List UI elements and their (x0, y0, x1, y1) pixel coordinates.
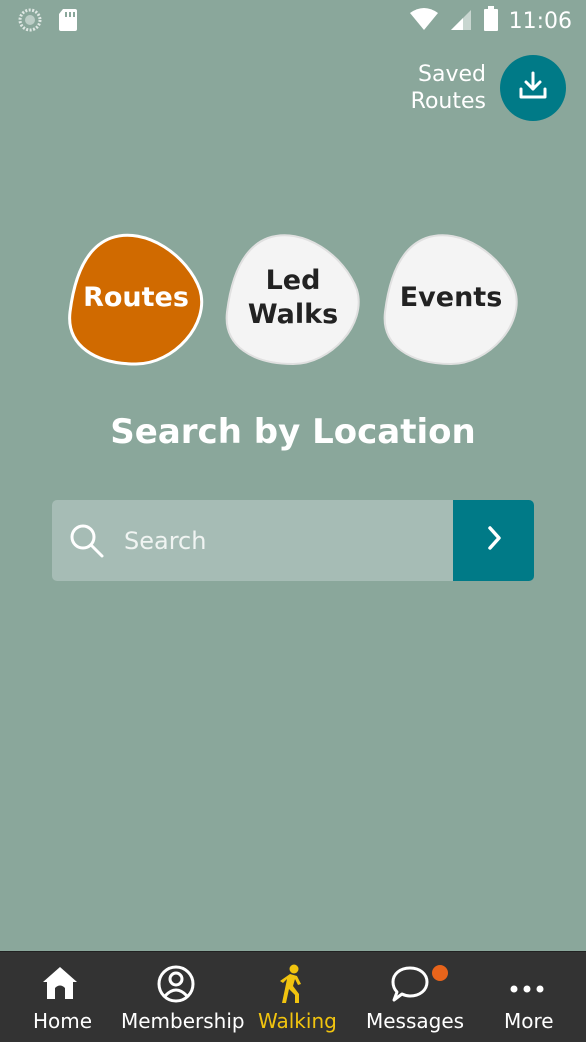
loading-icon (18, 8, 42, 37)
saved-routes[interactable]: Saved Routes (411, 55, 566, 121)
status-bar: 11:06 (0, 0, 586, 40)
more-icon (510, 980, 544, 998)
search-submit-button[interactable] (453, 500, 534, 581)
nav-item-walking[interactable]: Walking (254, 952, 337, 1042)
sd-card-icon (58, 8, 78, 37)
status-right: 11:06 (409, 6, 572, 37)
led-walks-label-line1: Led (265, 265, 321, 296)
chevron-right-icon (482, 523, 506, 558)
search-input[interactable] (124, 500, 444, 581)
nav-item-membership[interactable]: Membership (118, 952, 245, 1042)
nav-label-messages: Messages (366, 1009, 465, 1033)
status-time: 11:06 (508, 9, 572, 34)
messages-icon (390, 964, 430, 1009)
walking-icon (277, 964, 307, 1009)
nav-item-more[interactable]: More (494, 952, 560, 1042)
signal-icon (449, 7, 473, 36)
membership-icon (156, 964, 196, 1009)
status-left (18, 8, 78, 37)
search-field[interactable] (52, 500, 453, 581)
battery-icon (483, 6, 499, 37)
led-walks-label-line2: Walks (247, 299, 339, 330)
nav-label-membership: Membership (121, 1009, 245, 1033)
routes-pebble-button[interactable]: Routes (66, 228, 206, 368)
routes-label: Routes (83, 282, 189, 313)
nav-item-home[interactable]: Home (24, 952, 94, 1042)
home-icon (41, 964, 79, 1007)
download-icon (516, 69, 550, 108)
messages-badge (432, 965, 448, 981)
nav-label-more: More (504, 1009, 554, 1033)
nav-label-home: Home (33, 1009, 93, 1033)
bottom-nav: Home Membership Walking Messages More (0, 951, 586, 1042)
search-bar (52, 500, 534, 581)
saved-routes-label-line2: Routes (410, 89, 486, 114)
events-pebble-button[interactable]: Events (381, 228, 521, 368)
saved-routes-button[interactable] (500, 55, 566, 121)
events-label: Events (399, 282, 503, 313)
led-walks-label: Led Walks (223, 228, 363, 368)
wifi-icon (409, 7, 439, 36)
saved-routes-label-line1: Saved (418, 62, 486, 87)
nav-item-messages[interactable]: Messages (362, 952, 465, 1042)
nav-label-walking: Walking (258, 1009, 337, 1033)
category-selector: Routes Led Walks Events (0, 228, 586, 373)
led-walks-pebble-button[interactable]: Led Walks (223, 228, 363, 368)
saved-routes-label: Saved Routes (411, 61, 486, 115)
search-icon (68, 522, 106, 565)
page-title: Search by Location (110, 412, 476, 452)
